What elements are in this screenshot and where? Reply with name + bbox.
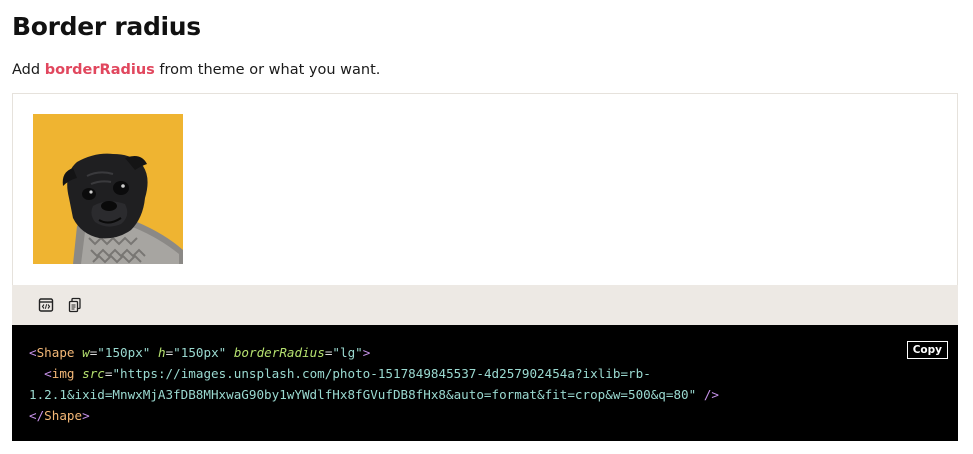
code-tag-name: Shape xyxy=(36,345,75,360)
code-attr: borderRadius xyxy=(233,345,325,360)
code-string: 1.2.1&ixid=MnwxMjA3fDB8MHxwaG90by1wYWdlf… xyxy=(29,387,697,402)
code-block: <Shape w="150px" h="150px" borderRadius=… xyxy=(12,325,958,441)
code-token: < xyxy=(29,345,37,360)
copy-button[interactable]: Copy xyxy=(906,341,948,359)
code-tag-name: img xyxy=(51,366,75,381)
code-token: > xyxy=(362,345,371,360)
live-preview xyxy=(12,93,958,285)
description-prefix: Add xyxy=(12,62,45,78)
code-token: </ xyxy=(29,408,45,423)
shape-image-preview xyxy=(33,114,183,264)
code-snippet: <Shape w="150px" h="150px" borderRadius=… xyxy=(29,342,719,426)
docs-page: Border radius Add borderRadius from them… xyxy=(0,0,973,454)
code-token: /> xyxy=(703,387,719,402)
code-editor-icon[interactable] xyxy=(37,296,55,314)
code-attr: src xyxy=(82,366,105,381)
code-token: > xyxy=(82,408,90,423)
description-suffix: from theme or what you want. xyxy=(154,62,381,78)
code-attr: w xyxy=(82,345,90,360)
copy-document-icon[interactable] xyxy=(66,296,84,314)
code-string: "https://images.unsplash.com/photo-15178… xyxy=(112,366,651,381)
code-string: "150px" xyxy=(173,345,227,360)
pug-dog-image xyxy=(62,153,183,264)
section-description: Add borderRadius from theme or what you … xyxy=(12,60,380,80)
code-toolbar xyxy=(12,285,958,325)
code-string: "lg" xyxy=(332,345,363,360)
code-string: "150px" xyxy=(97,345,151,360)
code-token: < xyxy=(44,366,52,381)
page-title: Border radius xyxy=(12,12,201,41)
code-tag-name: Shape xyxy=(44,408,83,423)
code-attr: h xyxy=(157,345,166,360)
description-highlight: borderRadius xyxy=(44,62,155,78)
